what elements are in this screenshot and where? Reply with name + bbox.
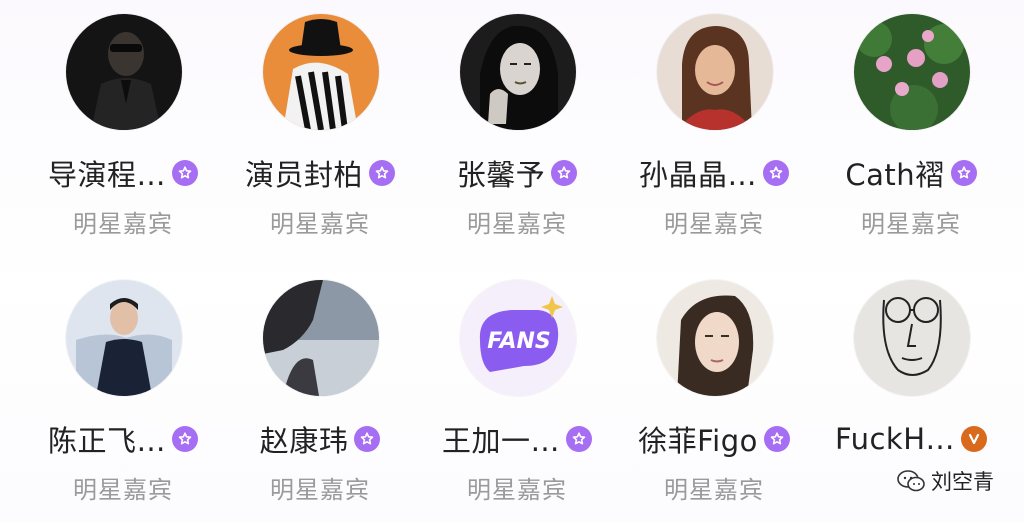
guest-role: 明星嘉宾 — [861, 210, 961, 238]
star-badge-icon — [354, 426, 381, 452]
guest-grid: 导演程… 明星嘉宾 演员封柏 明星嘉宾 张馨予 明星嘉宾 孙晶晶… 明星嘉宾 C… — [0, 0, 1024, 522]
guest-card[interactable]: Cath褶 明星嘉宾 — [813, 0, 1009, 240]
guest-name[interactable]: 导演程… — [48, 152, 166, 194]
star-badge-icon — [763, 160, 789, 186]
star-badge-icon — [551, 160, 578, 186]
watermark: 刘空青 — [897, 466, 994, 496]
star-badge-icon — [172, 426, 198, 452]
guest-card[interactable]: 张馨予 明星嘉宾 — [419, 0, 615, 240]
guest-name[interactable]: 徐菲Figo — [638, 418, 758, 460]
star-badge-icon — [950, 160, 977, 186]
avatar[interactable] — [854, 280, 970, 396]
guest-card[interactable]: 孙晶晶… 明星嘉宾 — [616, 0, 812, 240]
name-row: 导演程… — [25, 152, 221, 194]
avatar[interactable] — [854, 14, 970, 130]
avatar[interactable] — [657, 14, 773, 130]
guest-name[interactable]: 孙晶晶… — [639, 152, 757, 194]
star-badge-icon — [172, 160, 198, 186]
star-badge-icon — [369, 160, 395, 186]
guest-role: 明星嘉宾 — [270, 210, 370, 238]
avatar[interactable] — [66, 14, 182, 130]
avatar[interactable] — [66, 280, 182, 396]
name-row: 王加一… — [419, 418, 615, 460]
guest-name[interactable]: FuckH… — [835, 422, 955, 456]
name-row: 赵康玮 — [222, 418, 418, 460]
avatar[interactable] — [657, 280, 773, 396]
guest-name[interactable]: Cath褶 — [845, 152, 944, 194]
guest-card[interactable]: 陈正飞… 明星嘉宾 — [25, 266, 221, 506]
watermark-text: 刘空青 — [931, 470, 994, 494]
name-row: Cath褶 — [813, 152, 1009, 194]
guest-role: 明星嘉宾 — [73, 476, 173, 504]
name-row: 徐菲Figo — [616, 418, 812, 460]
guest-card[interactable]: 徐菲Figo 明星嘉宾 — [616, 266, 812, 506]
guest-name[interactable]: 赵康玮 — [260, 418, 349, 460]
guest-name[interactable]: 演员封柏 — [245, 152, 363, 194]
guest-role: 明星嘉宾 — [73, 210, 173, 238]
name-row: 孙晶晶… — [616, 152, 812, 194]
guest-card[interactable]: 导演程… 明星嘉宾 — [25, 0, 221, 240]
avatar[interactable] — [263, 280, 379, 396]
guest-card[interactable]: FANS 王加一… 明星嘉宾 — [419, 266, 615, 506]
wechat-icon — [897, 470, 925, 492]
name-row: FuckH… — [813, 421, 1009, 457]
guest-card[interactable]: 赵康玮 明星嘉宾 — [222, 266, 418, 506]
guest-role: 明星嘉宾 — [467, 476, 567, 504]
v-badge-icon — [961, 426, 988, 452]
name-row: 演员封柏 — [222, 152, 418, 194]
avatar[interactable] — [263, 14, 379, 130]
guest-role: 明星嘉宾 — [270, 476, 370, 504]
name-row: 陈正飞… — [25, 418, 221, 460]
guest-name[interactable]: 陈正飞… — [48, 418, 166, 460]
star-badge-icon — [763, 426, 790, 452]
fans-logo-text: FANS — [487, 329, 550, 354]
star-badge-icon — [566, 426, 592, 452]
guest-role: 明星嘉宾 — [664, 210, 764, 238]
guest-role: 明星嘉宾 — [664, 476, 764, 504]
avatar[interactable]: FANS — [460, 280, 576, 396]
guest-name[interactable]: 张馨予 — [457, 152, 546, 194]
guest-card[interactable]: 演员封柏 明星嘉宾 — [222, 0, 418, 240]
name-row: 张馨予 — [419, 152, 615, 194]
guest-role: 明星嘉宾 — [467, 210, 567, 238]
avatar[interactable] — [460, 14, 576, 130]
guest-name[interactable]: 王加一… — [442, 418, 560, 460]
